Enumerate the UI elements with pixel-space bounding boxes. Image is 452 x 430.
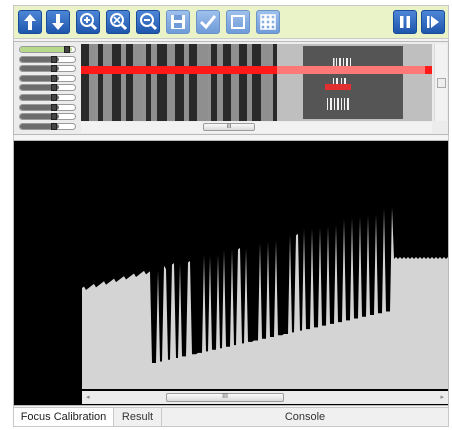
slider-knob[interactable] bbox=[64, 46, 71, 53]
arrow-up-icon bbox=[24, 14, 36, 30]
pause-icon bbox=[400, 16, 410, 28]
signal-profile bbox=[82, 207, 448, 389]
thumbnail-panel: III bbox=[13, 41, 449, 135]
zoom-in-icon bbox=[80, 13, 98, 31]
move-down-button[interactable] bbox=[46, 10, 70, 34]
channel-slider[interactable] bbox=[19, 84, 76, 92]
slider-knob[interactable] bbox=[50, 94, 57, 101]
zoom-in-button[interactable] bbox=[76, 10, 100, 34]
scroll-left-arrow[interactable]: ◂ bbox=[86, 393, 90, 401]
thumbnail-vertical-scrollbar[interactable] bbox=[434, 44, 447, 121]
zoom-out-icon bbox=[140, 13, 158, 31]
zoom-fit-icon bbox=[110, 13, 128, 31]
channel-slider[interactable] bbox=[19, 113, 76, 121]
channel-slider[interactable] bbox=[19, 46, 76, 53]
scroll-thumb[interactable]: III bbox=[166, 393, 284, 402]
arrow-down-icon bbox=[52, 14, 64, 30]
channel-slider[interactable] bbox=[19, 74, 76, 82]
slider-knob[interactable] bbox=[50, 122, 57, 130]
thumbnail-horizontal-scrollbar[interactable]: III bbox=[81, 122, 432, 133]
grid-button[interactable] bbox=[256, 10, 280, 34]
scroll-right-arrow[interactable]: ▸ bbox=[440, 393, 444, 401]
tab-focus-calibration[interactable]: Focus Calibration bbox=[14, 408, 114, 426]
channel-slider[interactable] bbox=[19, 103, 76, 111]
slider-knob[interactable] bbox=[50, 65, 57, 73]
zoom-out-button[interactable] bbox=[136, 10, 160, 34]
channel-slider[interactable] bbox=[19, 122, 76, 130]
toolbar bbox=[13, 5, 449, 39]
focus-signal-plot: ◂ III ▸ bbox=[13, 140, 449, 406]
channel-slider[interactable] bbox=[19, 94, 76, 101]
floppy-disk-icon bbox=[171, 15, 185, 29]
channel-slider[interactable] bbox=[19, 65, 76, 73]
save-button[interactable] bbox=[166, 10, 190, 34]
zoom-reset-button[interactable] bbox=[106, 10, 130, 34]
channel-slider[interactable] bbox=[19, 55, 76, 63]
slider-knob[interactable] bbox=[50, 103, 57, 111]
slider-knob[interactable] bbox=[50, 55, 57, 63]
plot-horizontal-scrollbar[interactable]: ◂ III ▸ bbox=[82, 391, 448, 404]
signal-area bbox=[82, 207, 448, 389]
grid-icon bbox=[260, 14, 276, 30]
step-play-icon bbox=[427, 16, 439, 28]
scroll-thumb[interactable] bbox=[437, 78, 446, 88]
tab-console[interactable]: Console bbox=[162, 408, 448, 426]
slider-knob[interactable] bbox=[50, 74, 57, 82]
move-up-button[interactable] bbox=[18, 10, 42, 34]
bottom-tabs: Focus Calibration Result Console bbox=[13, 407, 449, 427]
frame-button[interactable] bbox=[226, 10, 250, 34]
step-play-button[interactable] bbox=[421, 10, 445, 34]
barcode-thumbnail[interactable] bbox=[81, 44, 432, 121]
checkmark-icon bbox=[199, 15, 217, 30]
square-icon bbox=[231, 15, 245, 29]
slider-knob[interactable] bbox=[50, 84, 57, 92]
pause-button[interactable] bbox=[393, 10, 417, 34]
check-button[interactable] bbox=[196, 10, 220, 34]
tab-result[interactable]: Result bbox=[114, 408, 162, 426]
slider-knob[interactable] bbox=[50, 113, 57, 121]
scroll-thumb[interactable]: III bbox=[203, 123, 255, 131]
